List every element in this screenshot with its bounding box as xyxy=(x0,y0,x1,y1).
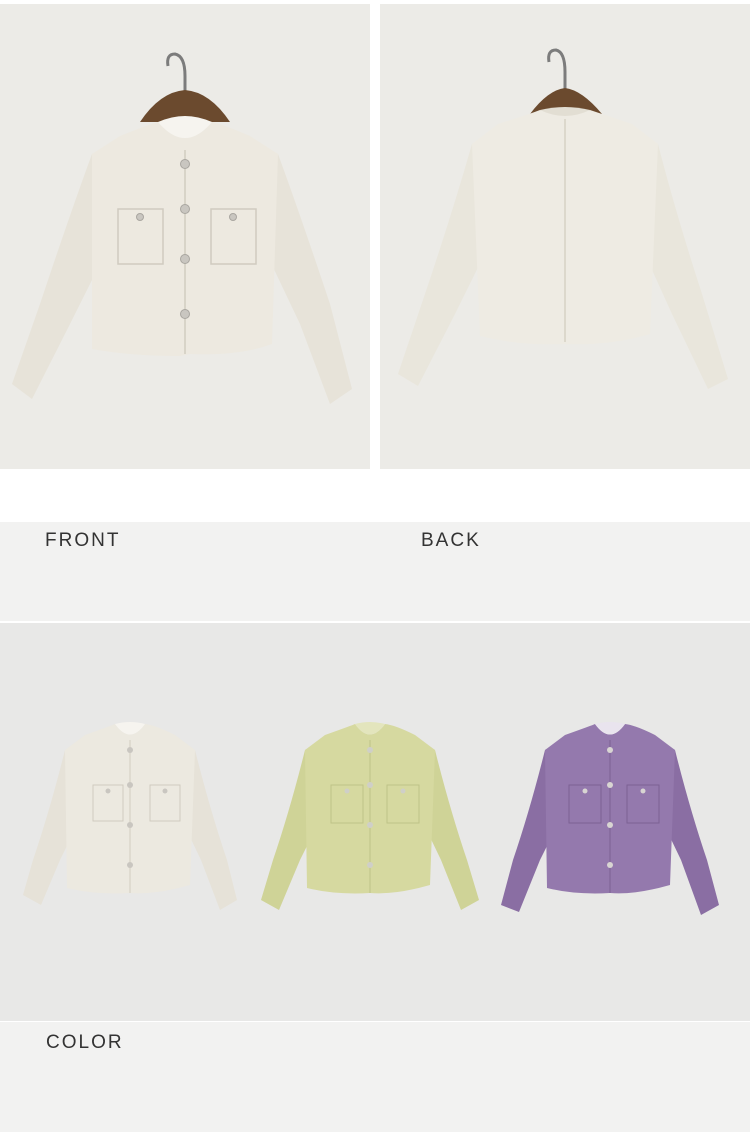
color-swatch-pistachio[interactable] xyxy=(255,700,485,930)
color-label: COLOR xyxy=(46,1032,124,1053)
color-swatch-lavender[interactable] xyxy=(497,700,727,930)
back-view-photo xyxy=(380,4,750,469)
back-label: BACK xyxy=(421,530,481,551)
front-label: FRONT xyxy=(45,530,121,551)
color-swatch-cream[interactable] xyxy=(15,700,245,930)
front-view-photo xyxy=(0,4,370,469)
front-jacket-illustration xyxy=(0,4,370,469)
back-jacket-illustration xyxy=(380,4,750,469)
